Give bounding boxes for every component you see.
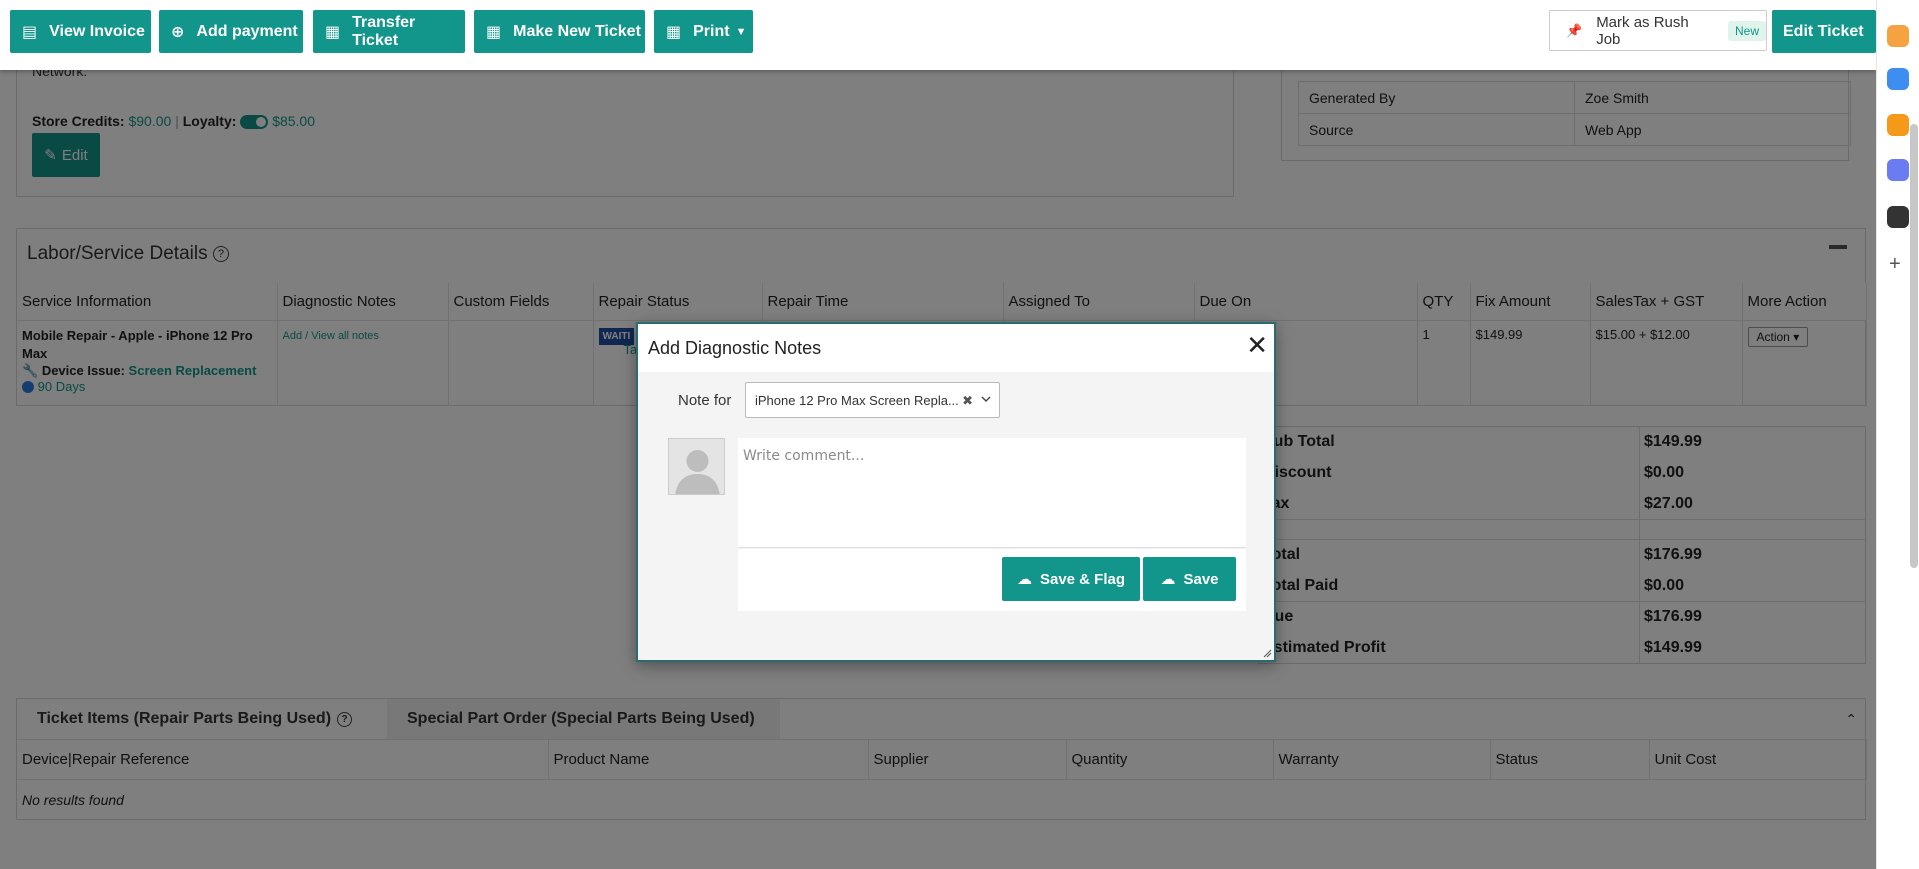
page-scrollbar[interactable]: [1910, 124, 1918, 568]
resize-grip-icon[interactable]: [1262, 648, 1272, 658]
top-toolbar: ▤ View Invoice ⊕ Add payment ▦ Transfer Tic…: [0, 0, 1876, 70]
extension-icon[interactable]: [1887, 159, 1909, 181]
cloud-upload-icon: ☁: [1016, 571, 1032, 588]
document-icon: ▤: [22, 23, 38, 41]
note-for-label: Note for: [678, 392, 732, 409]
chevron-down-icon: [981, 396, 991, 402]
calculator-icon: ▦: [666, 23, 682, 41]
view-invoice-button[interactable]: ▤ View Invoice: [10, 10, 151, 53]
add-payment-button[interactable]: ⊕ Add payment: [159, 10, 303, 53]
note-icon[interactable]: [1887, 114, 1909, 136]
new-badge: New: [1727, 20, 1766, 41]
add-diagnostic-notes-modal: Add Diagnostic Notes ✕ Note for iPhone 1…: [636, 322, 1276, 662]
edit-ticket-button[interactable]: Edit Ticket: [1772, 10, 1876, 53]
cloud-upload-icon: ☁: [1160, 571, 1176, 588]
save-button[interactable]: ☁ Save: [1143, 557, 1236, 601]
chat-bubbles-icon[interactable]: [1887, 68, 1909, 90]
comment-input[interactable]: [738, 438, 1246, 548]
make-new-ticket-button[interactable]: ▦ Make New Ticket: [474, 10, 645, 53]
mark-rush-job-button[interactable]: 📌 Mark as Rush Job New: [1549, 10, 1767, 51]
print-button[interactable]: ▦ Print ▼: [654, 10, 753, 53]
plus-circle-icon: ⊕: [171, 23, 185, 41]
add-icon[interactable]: +: [1889, 253, 1901, 276]
modal-body: Note for iPhone 12 Pro Max Screen Repla.…: [638, 372, 1274, 660]
wallet-icon[interactable]: [1887, 206, 1909, 228]
calculator-icon: ▦: [325, 23, 341, 41]
caret-down-icon: ▼: [735, 25, 747, 38]
clear-icon[interactable]: ✖: [962, 393, 973, 409]
user-silhouette-icon: [669, 439, 724, 494]
save-and-flag-button[interactable]: ☁ Save & Flag: [1002, 557, 1140, 601]
transfer-ticket-button[interactable]: ▦ Transfer Ticket: [313, 10, 465, 53]
note-for-value: iPhone 12 Pro Max Screen Repla...: [755, 392, 959, 408]
close-icon[interactable]: ✕: [1246, 332, 1268, 358]
modal-title: Add Diagnostic Notes: [648, 337, 822, 358]
note-for-select[interactable]: iPhone 12 Pro Max Screen Repla... ✖: [745, 382, 1000, 418]
avatar: [668, 438, 725, 495]
gift-icon[interactable]: [1887, 25, 1909, 47]
comment-actions: ☁ Save & Flag ☁ Save: [738, 549, 1246, 611]
calculator-icon: ▦: [486, 23, 502, 41]
pin-icon: 📌: [1566, 22, 1583, 38]
